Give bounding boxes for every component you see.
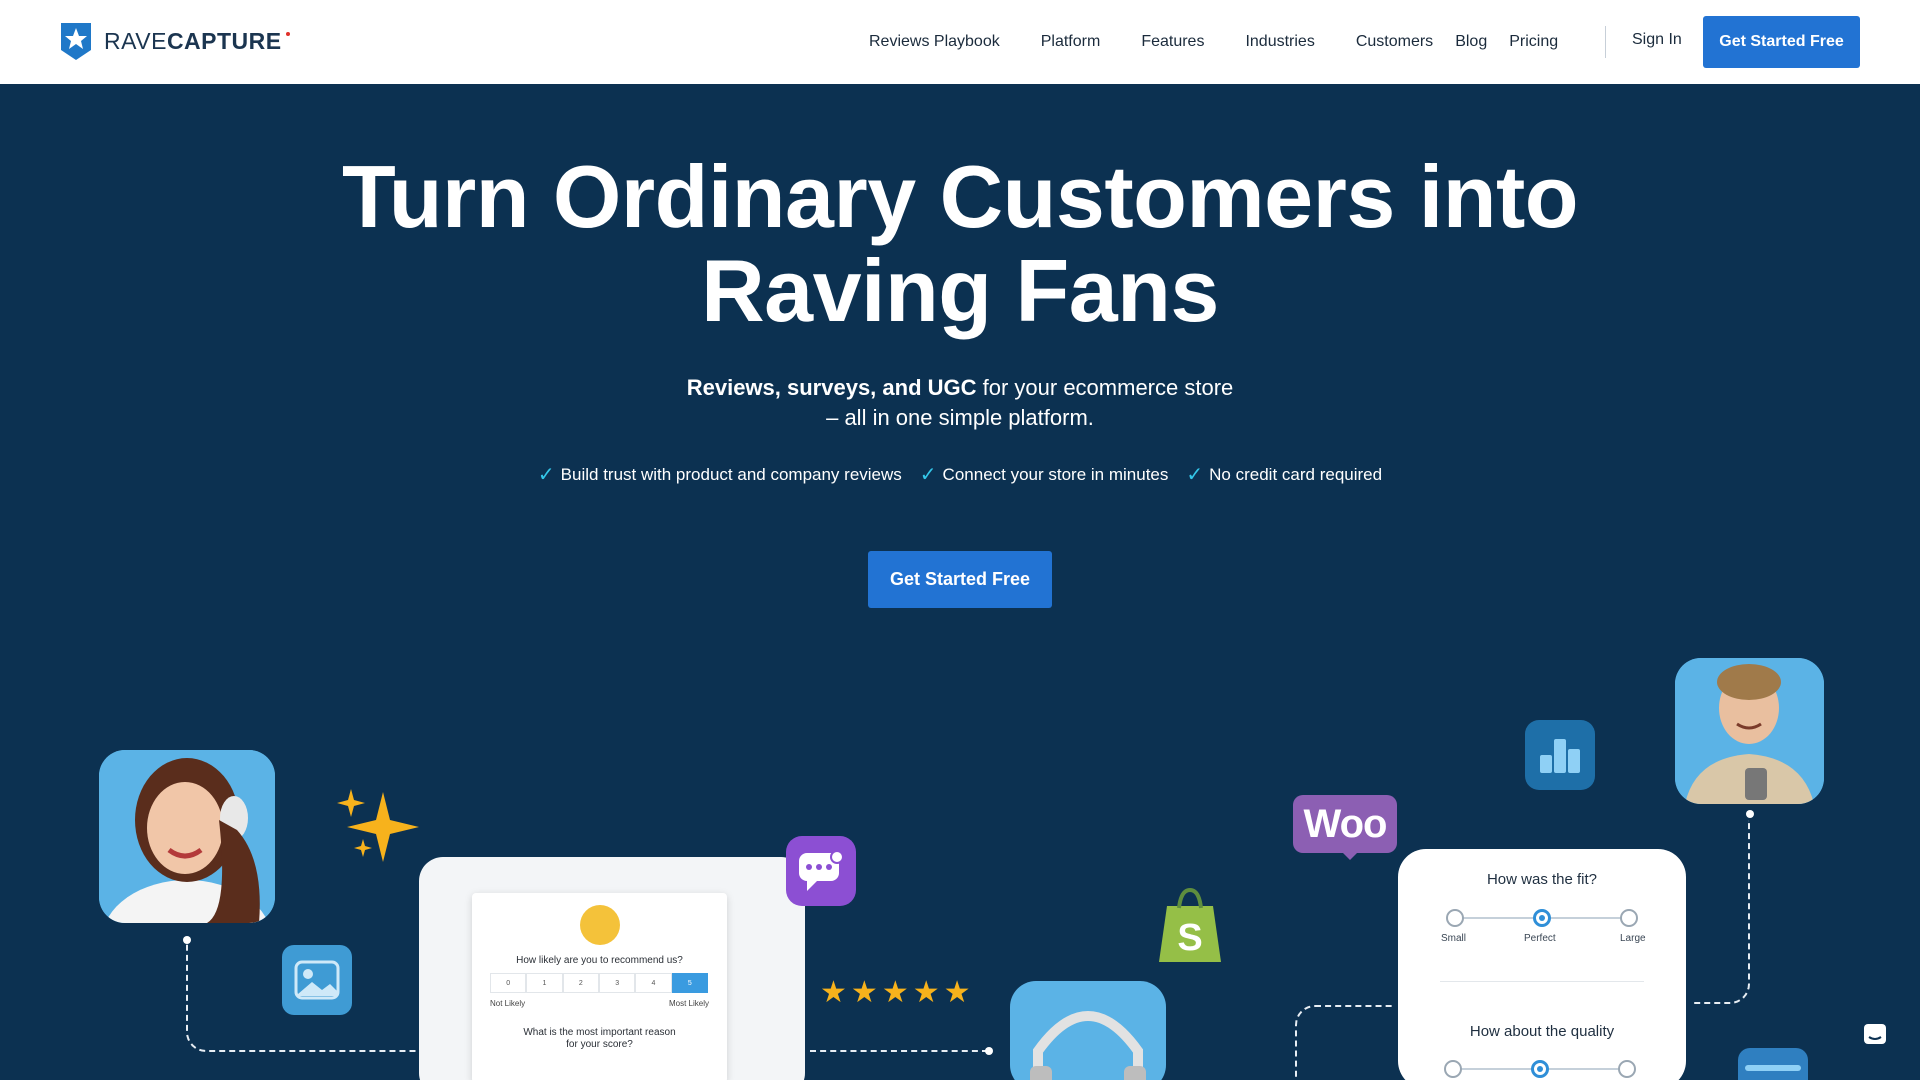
image-tile xyxy=(282,945,352,1015)
check-icon: ✓ xyxy=(537,464,555,486)
quality-question: How about the quality xyxy=(1469,1023,1615,1040)
hero-title: Turn Ordinary Customers into Raving Fans xyxy=(0,150,1920,338)
survey-question: How likely are you to recommend us? xyxy=(516,955,683,966)
hero-subtitle: Reviews, surveys, and UGC for your ecomm… xyxy=(0,373,1920,433)
nav-divider xyxy=(1605,26,1606,58)
star-icon: ★ xyxy=(912,976,940,1009)
analytics-tile xyxy=(1525,720,1595,790)
fit-question: How was the fit? xyxy=(1486,871,1598,888)
scale-option[interactable]: 2 xyxy=(562,973,599,993)
connector-line-right xyxy=(1692,820,1750,1004)
chat-icon xyxy=(799,850,844,891)
scale-option[interactable]: 1 xyxy=(526,973,563,993)
logo-text-light: RAVE xyxy=(104,27,167,54)
scale-high-label: Most Likely xyxy=(668,999,709,1008)
star-icon: ★ xyxy=(881,976,909,1009)
connector-dot xyxy=(183,936,191,944)
headphones-icon xyxy=(1030,1011,1146,1080)
benefit-item: ✓ Build trust with product and company re… xyxy=(538,462,902,487)
nav-link-blog[interactable]: Blog xyxy=(1455,33,1487,51)
fit-label-large: Large xyxy=(1620,933,1646,944)
nav-link-industries[interactable]: Industries xyxy=(1245,33,1314,51)
nav-link-customers[interactable]: Customers xyxy=(1356,33,1433,51)
nav-link-reviews-playbook[interactable]: Reviews Playbook xyxy=(869,33,1000,51)
connector-dot xyxy=(1746,810,1754,818)
survey-question2-cont: for your score? xyxy=(566,1039,633,1050)
benefit-item: ✓ No credit card required xyxy=(1186,462,1382,487)
logo-text-bold: CAPTURE xyxy=(166,27,282,54)
nav-link-pricing[interactable]: Pricing xyxy=(1509,33,1558,51)
connector-dot xyxy=(985,1047,993,1055)
fit-label-small: Small xyxy=(1441,933,1467,944)
benefit-text: Connect your store in minutes xyxy=(942,464,1169,484)
sign-in-link[interactable]: Sign In xyxy=(1632,31,1682,49)
hero-title-line2: Raving Fans xyxy=(701,241,1219,340)
survey-question2: What is the most important reason xyxy=(523,1027,676,1038)
hero-title-line1: Turn Ordinary Customers into xyxy=(341,147,1579,246)
customer-photo-woman xyxy=(99,750,275,923)
man-illustration xyxy=(1675,658,1824,804)
star-icon: ★ xyxy=(943,976,971,1009)
logo-dot xyxy=(285,31,290,36)
calendar-tile xyxy=(1738,1048,1808,1080)
get-started-hero-button[interactable]: Get Started Free xyxy=(868,551,1052,608)
customer-photo-man xyxy=(1675,658,1824,804)
nps-survey-widget: How likely are you to recommend us? 0 1 … xyxy=(472,893,727,1080)
product-headphones-tile xyxy=(1010,981,1166,1080)
woman-illustration xyxy=(99,750,275,923)
shopify-icon: S xyxy=(1159,887,1221,962)
nps-scale: 0 1 2 3 4 5 xyxy=(490,973,708,993)
scale-low-label: Not Likely xyxy=(490,999,526,1008)
star-logo-icon xyxy=(61,23,91,60)
logo-wordmark: RAVECAPTURE xyxy=(104,27,290,55)
messenger-launcher[interactable] xyxy=(1860,1020,1890,1050)
connector-line-right-low xyxy=(1295,1005,1393,1080)
fit-survey-card: How was the fit? Small Perfect Large How… xyxy=(1398,849,1686,1080)
quality-option-low[interactable] xyxy=(1444,1060,1462,1078)
logo[interactable]: RAVECAPTURE xyxy=(58,20,290,62)
calendar-tile-stripe xyxy=(1745,1065,1801,1071)
five-star-rating: ★ ★ ★ ★ ★ xyxy=(820,978,971,1008)
scale-option[interactable]: 4 xyxy=(635,973,672,993)
hero-subtitle-rest: for your ecommerce store xyxy=(976,375,1234,400)
fit-divider xyxy=(1440,981,1644,982)
benefit-item: ✓ Connect your store in minutes xyxy=(920,462,1169,487)
fit-label-perfect: Perfect xyxy=(1524,933,1556,944)
check-icon: ✓ xyxy=(1186,464,1204,486)
get-started-nav-button[interactable]: Get Started Free xyxy=(1703,16,1860,68)
bar-chart-icon xyxy=(1540,739,1580,773)
benefit-checklist: ✓ Build trust with product and company re… xyxy=(0,462,1920,487)
fit-option-perfect[interactable] xyxy=(1533,909,1551,927)
benefit-text: No credit card required xyxy=(1209,464,1383,484)
star-icon: ★ xyxy=(850,976,878,1009)
fit-option-small[interactable] xyxy=(1446,909,1464,927)
quality-option-high[interactable] xyxy=(1618,1060,1636,1078)
woo-badge-tail xyxy=(1340,850,1360,860)
sparkle-icon xyxy=(337,789,419,862)
nav-links: Reviews Playbook Platform Features Indus… xyxy=(869,0,1580,84)
chat-tile xyxy=(786,836,856,906)
image-icon xyxy=(294,960,340,1000)
svg-text:S: S xyxy=(1177,917,1202,959)
nav-link-features[interactable]: Features xyxy=(1141,33,1204,51)
woocommerce-badge: Woo xyxy=(1293,795,1397,853)
scale-option[interactable]: 3 xyxy=(598,973,636,993)
benefit-text: Build trust with product and company rev… xyxy=(560,464,902,484)
star-icon: ★ xyxy=(820,976,847,1009)
hero-subtitle-bold: Reviews, surveys, and UGC xyxy=(686,375,977,400)
messenger-icon xyxy=(1864,1024,1886,1044)
woo-icon: Woo xyxy=(1303,801,1388,846)
check-icon: ✓ xyxy=(919,464,937,486)
scale-option[interactable]: 0 xyxy=(490,973,527,993)
hero-subtitle-line2: – all in one simple platform. xyxy=(826,405,1094,430)
connector-line-mid xyxy=(810,1050,988,1052)
top-nav: RAVECAPTURE Reviews Playbook Platform Fe… xyxy=(0,0,1920,84)
quality-option-mid[interactable] xyxy=(1531,1060,1549,1078)
fit-option-large[interactable] xyxy=(1620,909,1638,927)
scale-option-selected[interactable]: 5 xyxy=(671,973,708,993)
nav-link-platform[interactable]: Platform xyxy=(1041,33,1101,51)
survey-avatar xyxy=(580,905,620,945)
